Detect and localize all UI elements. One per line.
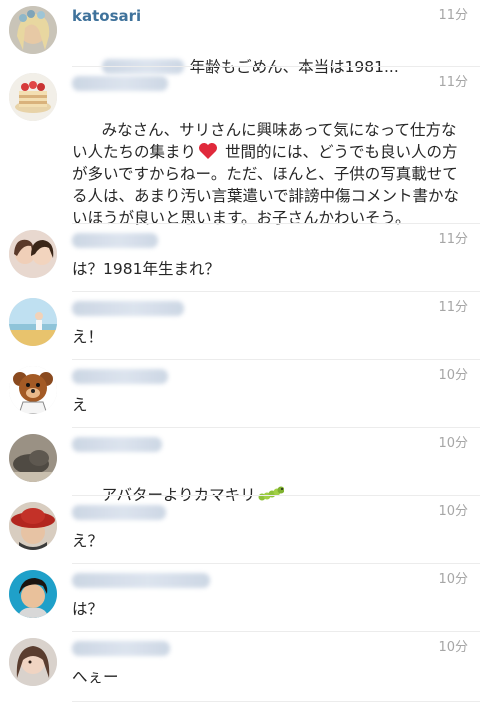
- username-hidden[interactable]: [72, 366, 168, 386]
- comment-row: 11分 みなさん、サリさんに興味あって気になって仕方ない人たちの集まり 世間的に…: [0, 67, 480, 227]
- comment-text: え？: [72, 532, 104, 550]
- avatar[interactable]: [9, 434, 57, 482]
- username-hidden[interactable]: [72, 502, 166, 522]
- comment-row: 11分 は？1981年生まれ？: [0, 224, 480, 292]
- comment-text: は？1981年生まれ？: [72, 260, 220, 278]
- comment-time: 11分: [438, 232, 468, 247]
- username-hidden[interactable]: [72, 638, 170, 658]
- comment-time: 10分: [438, 436, 468, 451]
- avatar[interactable]: [9, 230, 57, 278]
- username-link[interactable]: katosari: [72, 6, 141, 26]
- avatar[interactable]: [9, 6, 57, 54]
- cat-avatar-icon: [9, 434, 57, 482]
- avatar[interactable]: [9, 73, 57, 121]
- comment-time: 10分: [438, 504, 468, 519]
- avatar[interactable]: [9, 638, 57, 686]
- beach-avatar-icon: [9, 298, 57, 346]
- avatar[interactable]: [9, 298, 57, 346]
- comment-row: 11分 え！: [0, 292, 480, 360]
- comment-text: へぇー: [72, 668, 119, 686]
- username-hidden[interactable]: [72, 434, 162, 454]
- comment-time: 10分: [438, 368, 468, 383]
- hat-person-avatar-icon: [9, 502, 57, 550]
- avatar[interactable]: [9, 366, 57, 414]
- comment-time: 11分: [438, 300, 468, 315]
- two-women-avatar-icon: [9, 230, 57, 278]
- avatar[interactable]: [9, 570, 57, 618]
- heart-icon: [199, 143, 218, 159]
- comment-time: 11分: [438, 8, 468, 23]
- man-avatar-icon: [9, 570, 57, 618]
- comment-row: katosari 11分 年齢もごめん、本当は1981...: [0, 0, 480, 76]
- woman-avatar-icon: [9, 638, 57, 686]
- comment-row: 10分 え？: [0, 496, 480, 564]
- comment-row: 10分 は？: [0, 564, 480, 632]
- comment-time: 10分: [438, 572, 468, 587]
- username-hidden[interactable]: [72, 73, 168, 93]
- comment-time: 11分: [438, 75, 468, 90]
- bear-avatar-icon: [9, 366, 57, 414]
- comment-row: 10分 え: [0, 360, 480, 428]
- comment-row: 10分 アバターよりカマキリ: [0, 428, 480, 504]
- username-hidden[interactable]: [72, 570, 210, 590]
- username-hidden[interactable]: [72, 230, 158, 250]
- comment-list: katosari 11分 年齢もごめん、本当は1981... 11分 みなさん、…: [0, 0, 480, 702]
- comment-text: は？: [72, 600, 104, 618]
- comment-time: 10分: [438, 640, 468, 655]
- username-hidden[interactable]: [72, 298, 184, 318]
- blonde-woman-avatar-icon: [9, 6, 57, 54]
- avatar[interactable]: [9, 502, 57, 550]
- comment-text: え！: [72, 328, 104, 346]
- comment-row: 10分 へぇー: [0, 632, 480, 702]
- cake-avatar-icon: [9, 73, 57, 121]
- comment-text: え: [72, 396, 88, 414]
